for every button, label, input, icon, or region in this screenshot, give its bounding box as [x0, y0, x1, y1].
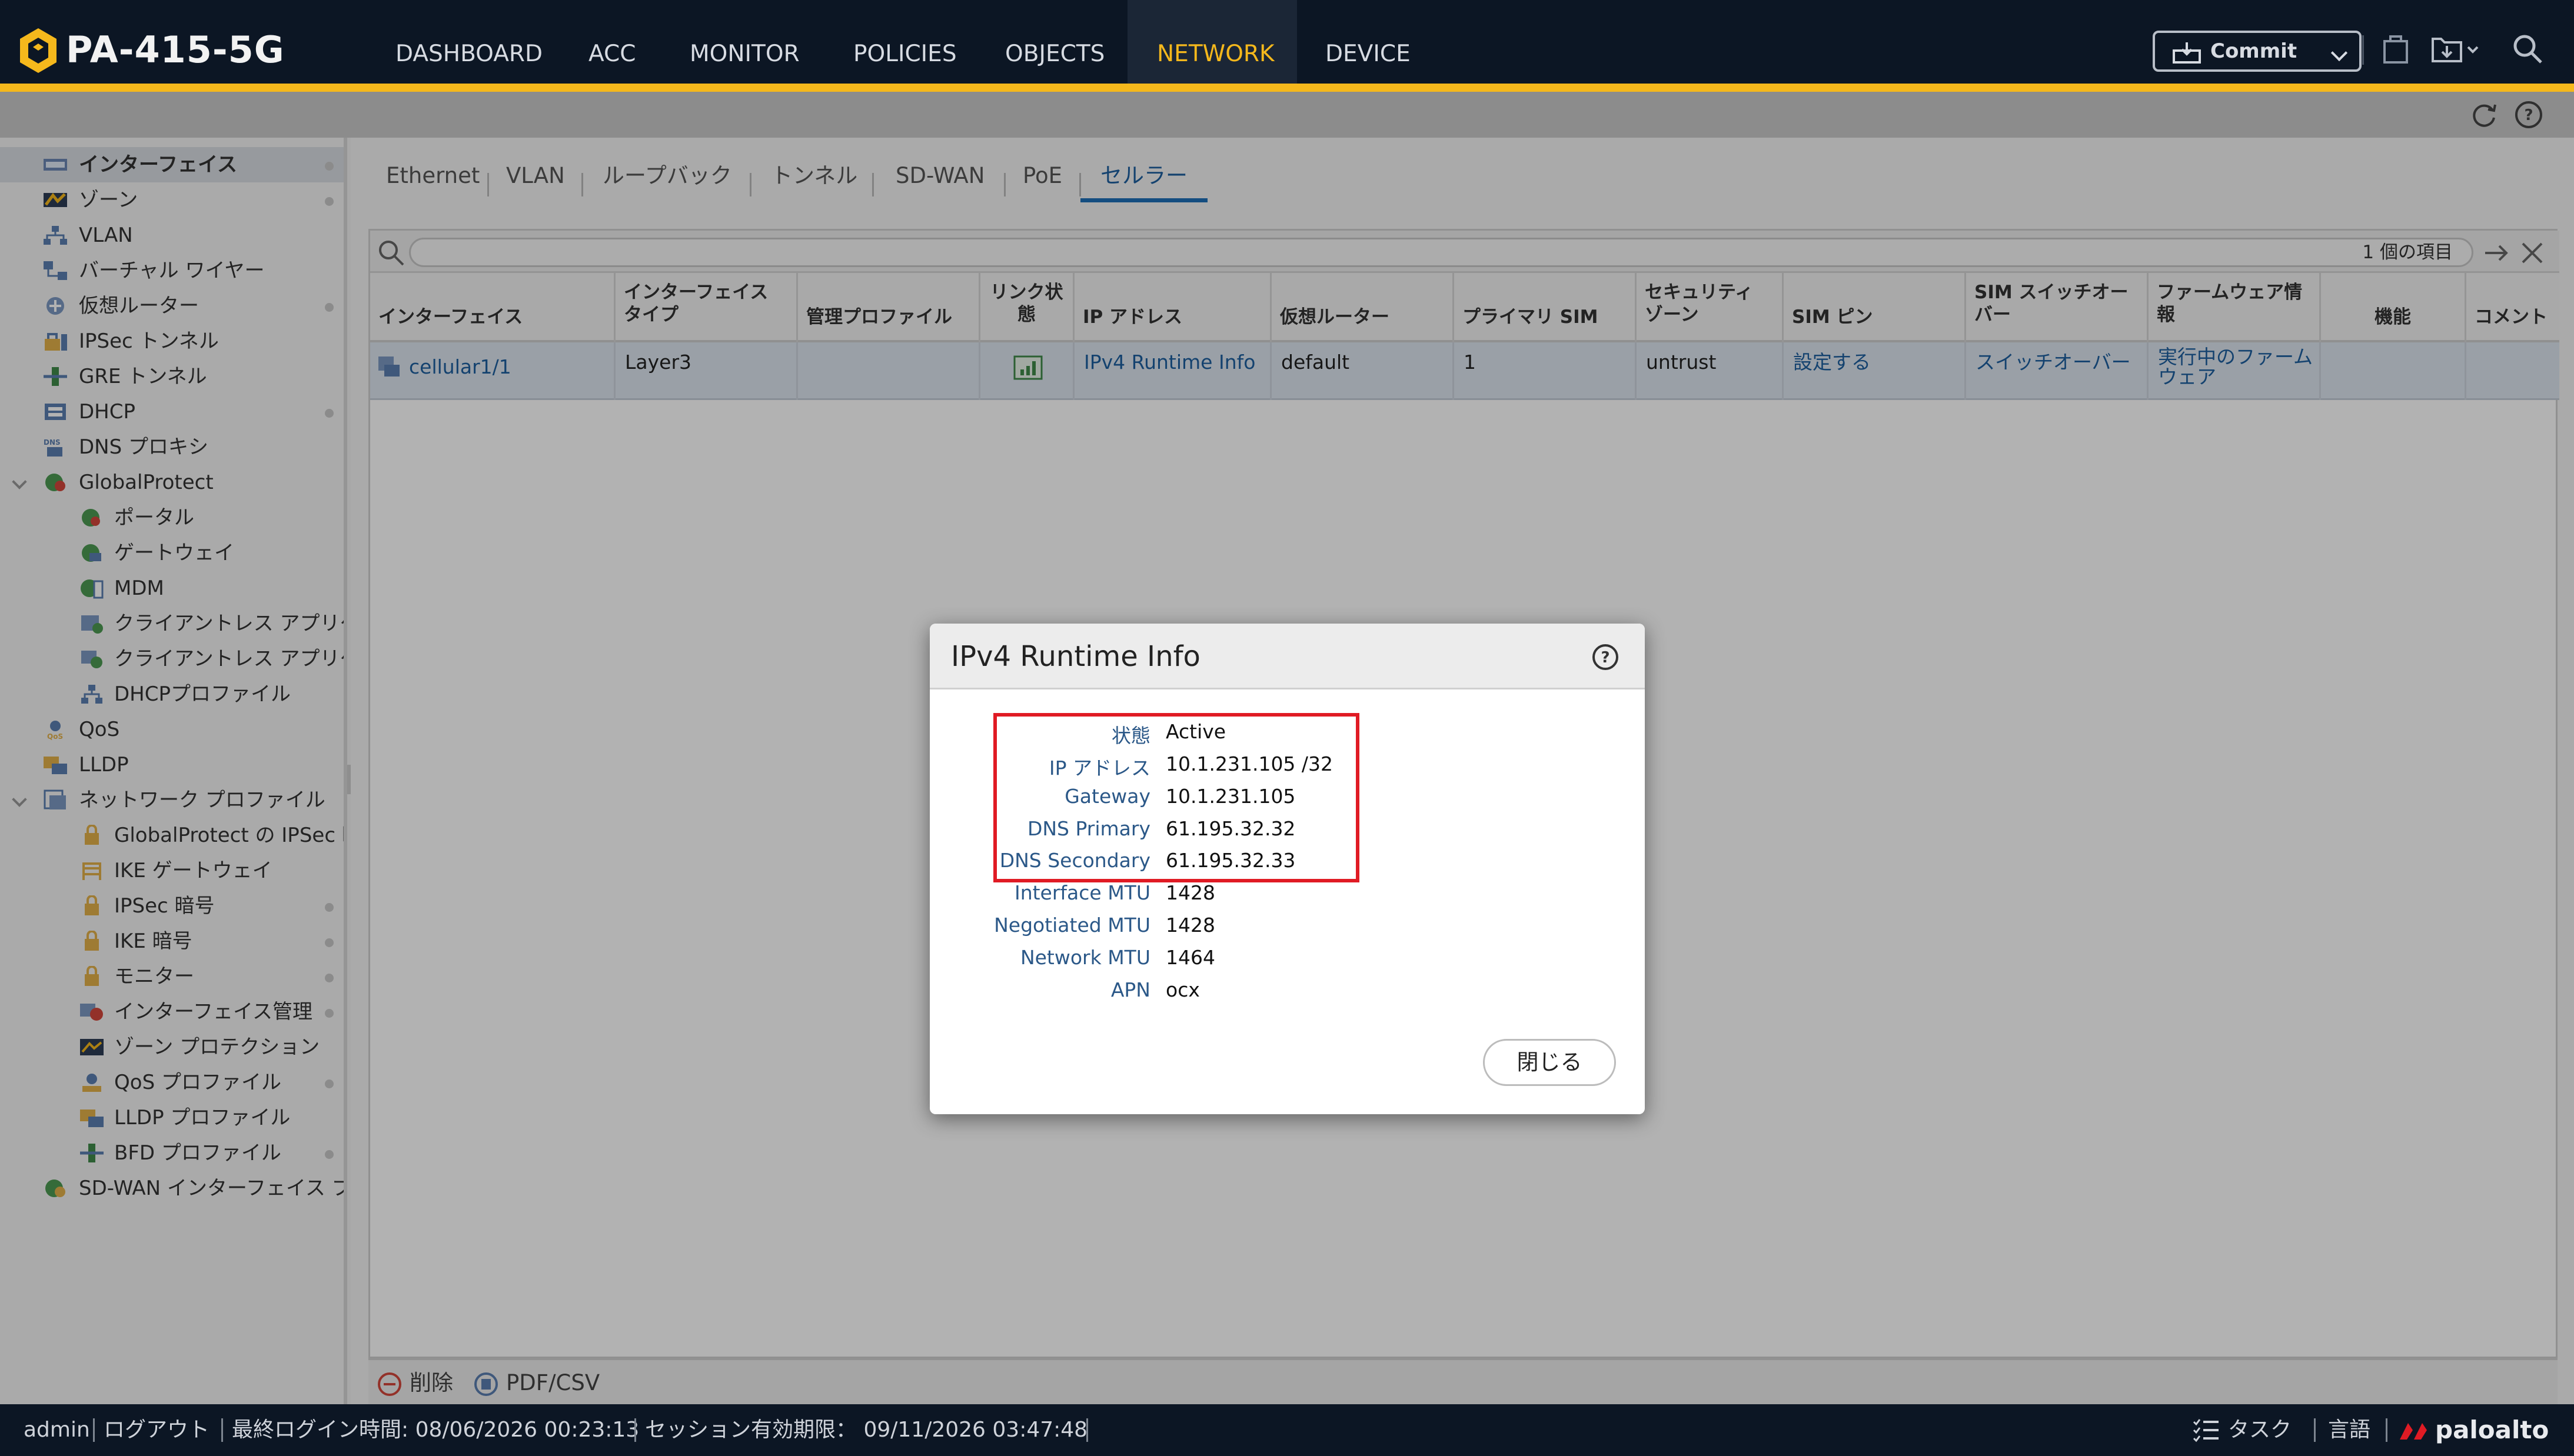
field-label-gateway: Gateway: [1065, 785, 1150, 808]
field-value-interface-mtu: 1428: [1166, 881, 1215, 904]
vendor-logo: paloalto: [2435, 1415, 2549, 1444]
status-separator: [221, 1418, 223, 1442]
nav-device[interactable]: DEVICE: [1313, 0, 1414, 84]
paloalto-logo-icon: [2400, 1423, 2427, 1440]
status-separator: [93, 1418, 95, 1442]
tasks-link[interactable]: タスク: [2228, 1404, 2292, 1456]
field-value-negotiated-mtu: 1428: [1166, 914, 1215, 937]
app-window: PA-415-5G DASHBOARD ACC MONITOR POLICIES…: [0, 0, 2574, 1456]
config-lock-icon[interactable]: [2382, 33, 2409, 65]
close-button[interactable]: 閉じる: [1483, 1039, 1616, 1086]
field-value-apn: ocx: [1166, 978, 1200, 1001]
device-name: PA-415-5G: [66, 28, 285, 71]
tasks-icon[interactable]: [2191, 1417, 2221, 1444]
dialog-title: IPv4 Runtime Info: [951, 640, 1200, 673]
language-link[interactable]: 言語: [2328, 1404, 2370, 1456]
status-bar: admin ログアウト 最終ログイン時間: 08/06/2026 00:23:1…: [0, 1404, 2574, 1456]
status-separator: [634, 1418, 636, 1442]
nav-network[interactable]: NETWORK: [1128, 0, 1297, 84]
field-value-network-mtu: 1464: [1166, 946, 1215, 969]
commit-label: Commit: [2210, 39, 2297, 63]
field-value-dns-secondary: 61.195.32.33: [1166, 849, 1296, 872]
nav-acc[interactable]: ACC: [577, 0, 641, 84]
search-icon[interactable]: [2512, 33, 2543, 65]
commit-button[interactable]: Commit: [2153, 31, 2362, 72]
field-value-dns-primary: 61.195.32.32: [1166, 817, 1296, 840]
commit-icon: [2173, 42, 2201, 64]
paloalto-logo-icon: [20, 28, 56, 73]
top-nav-bar: PA-415-5G DASHBOARD ACC MONITOR POLICIES…: [0, 0, 2574, 84]
chevron-down-icon: [2330, 44, 2348, 62]
config-save-icon[interactable]: [2430, 33, 2483, 65]
field-label-ip: IP アドレス: [1049, 757, 1150, 779]
last-login-time: 最終ログイン時間: 08/06/2026 00:23:13: [232, 1418, 640, 1442]
field-label-network-mtu: Network MTU: [1020, 946, 1150, 969]
svg-text:?: ?: [1601, 649, 1609, 667]
session-expiry: セッション有効期限： 09/11/2026 03:47:48: [645, 1418, 1088, 1442]
nav-policies[interactable]: POLICIES: [842, 0, 965, 84]
nav-monitor[interactable]: MONITOR: [678, 0, 800, 84]
field-value-ip: 10.1.231.105 /32: [1166, 752, 1333, 775]
field-label-state: 状態: [1112, 724, 1150, 747]
nav-dashboard[interactable]: DASHBOARD: [383, 0, 543, 84]
status-separator: [1086, 1418, 1088, 1442]
field-value-state: Active: [1166, 720, 1226, 743]
current-user: admin: [24, 1418, 90, 1442]
ipv4-runtime-info-dialog: IPv4 Runtime Info ? 状態 Active IP アドレス 10…: [930, 624, 1645, 1114]
field-value-gateway: 10.1.231.105: [1166, 785, 1296, 808]
field-label-dns-secondary: DNS Secondary: [999, 849, 1150, 872]
dialog-header: IPv4 Runtime Info ?: [930, 624, 1645, 689]
logout-link[interactable]: ログアウト: [104, 1404, 209, 1456]
field-label-apn: APN: [1110, 978, 1150, 1001]
status-separator: [2386, 1418, 2387, 1442]
field-label-dns-primary: DNS Primary: [1027, 817, 1150, 840]
field-label-negotiated-mtu: Negotiated MTU: [994, 914, 1150, 937]
toolbar-separator: [2362, 35, 2364, 65]
status-separator: [2314, 1418, 2316, 1442]
nav-objects[interactable]: OBJECTS: [993, 0, 1123, 84]
accent-stripe: [0, 84, 2574, 92]
help-icon[interactable]: ?: [1591, 643, 1619, 671]
field-label-interface-mtu: Interface MTU: [1014, 881, 1150, 904]
